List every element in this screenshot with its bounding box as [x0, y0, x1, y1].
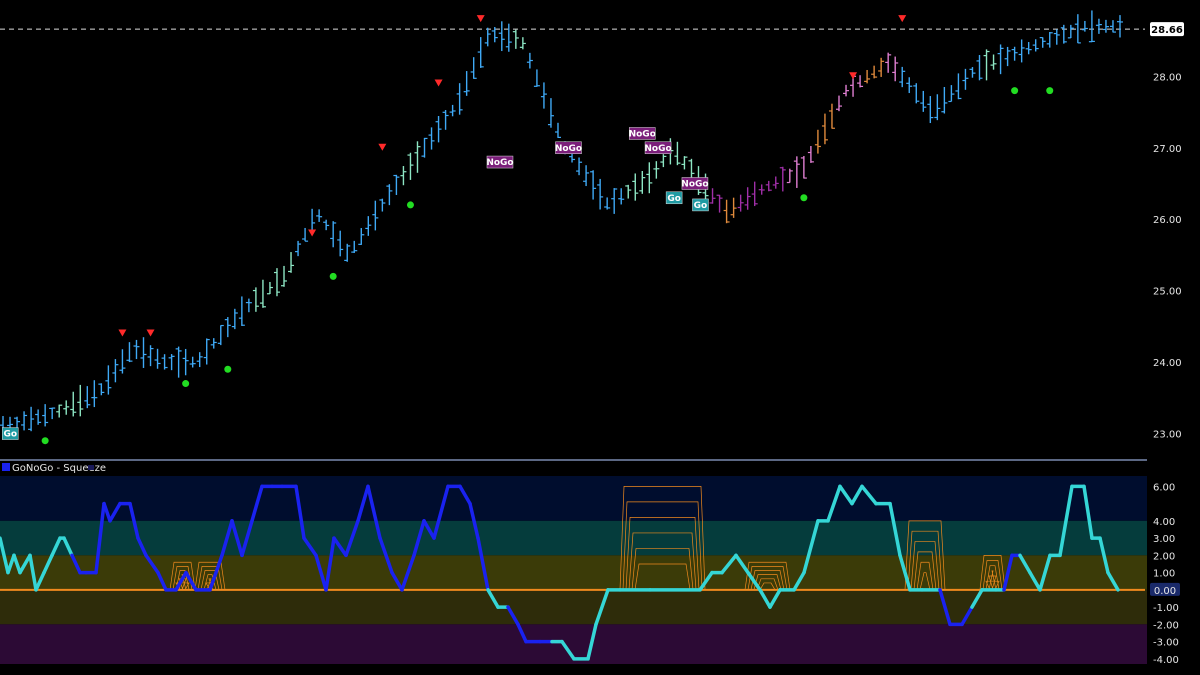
up-dot-icon — [800, 194, 808, 202]
up-dot-icon — [1046, 87, 1054, 95]
oscillator-tick-label: -1.00 — [1153, 603, 1179, 614]
oscillator-band — [0, 589, 1147, 625]
oscillator-tick-label: 3.00 — [1153, 534, 1175, 545]
oscillator-tick-label: 2.00 — [1153, 551, 1175, 562]
last-price-badge: 28.66 — [1150, 22, 1184, 37]
oscillator-band — [0, 520, 1147, 556]
regime-label-text: Go — [694, 201, 708, 211]
price-tick-label: 28.00 — [1153, 72, 1182, 83]
oscillator-tick-label: 4.00 — [1153, 517, 1175, 528]
regime-label-text: NoGo — [644, 144, 671, 154]
oscillator-band — [0, 476, 1147, 521]
oscillator-tick-label: -4.00 — [1153, 655, 1179, 666]
nogo-tag: NoGo — [629, 127, 656, 140]
last-price-label: 28.66 — [1151, 25, 1183, 36]
up-dot-icon — [406, 201, 414, 209]
oscillator-tick-label: 6.00 — [1153, 482, 1175, 493]
oscillator-title: GoNoGo - Squeeze — [2, 463, 106, 474]
up-dot-icon — [224, 365, 232, 373]
regime-label-text: Go — [3, 430, 17, 440]
regime-label-text: NoGo — [486, 158, 513, 168]
price-tick-label: 26.00 — [1153, 215, 1182, 226]
price-tick-label: 25.00 — [1153, 287, 1182, 298]
oscillator-tick-label: 1.00 — [1153, 569, 1175, 580]
price-tick-label: 27.00 — [1153, 144, 1182, 155]
up-dot-icon — [329, 272, 337, 280]
up-dot-icon — [182, 380, 190, 388]
zero-badge: 0.00 — [1150, 582, 1180, 597]
go-tag: Go — [692, 198, 709, 212]
go-tag: Go — [665, 191, 683, 205]
zero-label: 0.00 — [1154, 586, 1176, 597]
squeeze-panel: 6.00 4.00 3.00 2.00 1.00 -1.00 -2.00 -3.00 -4.00… — [0, 463, 1180, 666]
nogo-tag: NoGo — [644, 141, 672, 155]
gonogo-chart: GoNoGoNoGoNoGoNoGoNoGoGoGo 28.0027.0026.… — [0, 0, 1200, 675]
nogo-tag: NoGo — [486, 155, 514, 169]
oscillator-tick-label: -2.00 — [1153, 620, 1179, 631]
oscillator-bands — [0, 476, 1147, 664]
regime-label-text: NoGo — [629, 129, 656, 139]
nogo-tag: NoGo — [555, 141, 582, 155]
up-dot-icon — [1011, 87, 1019, 95]
regime-label-text: Go — [667, 194, 681, 204]
oscillator-band — [0, 555, 1147, 590]
price-tick-label: 23.00 — [1153, 430, 1182, 441]
price-tick-label: 24.00 — [1153, 358, 1182, 369]
regime-label-text: NoGo — [681, 179, 708, 189]
go-tag: Go — [2, 427, 19, 440]
nogo-tag: NoGo — [681, 177, 709, 190]
oscillator-tick-label: -3.00 — [1153, 638, 1179, 649]
regime-label-text: NoGo — [555, 144, 582, 154]
up-dot-icon — [41, 437, 49, 445]
